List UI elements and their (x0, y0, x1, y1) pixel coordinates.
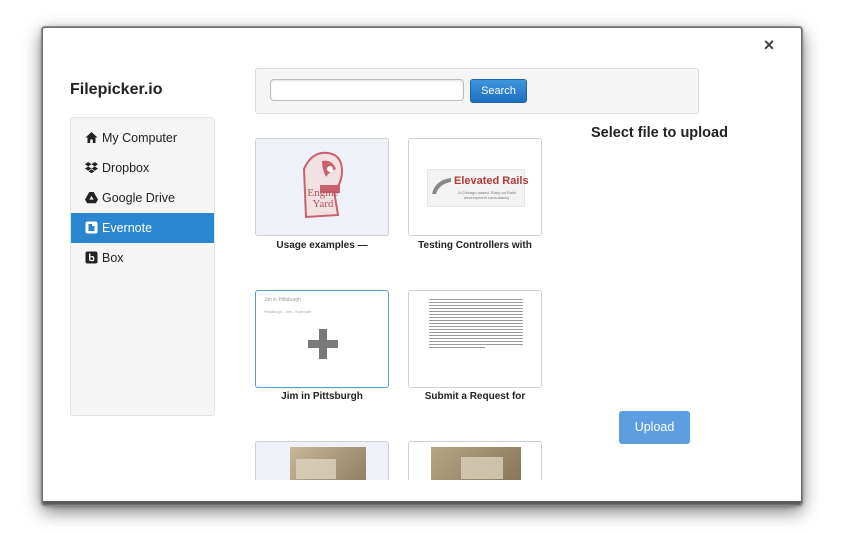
file-grid: Engine Yard Usage examples — Elevated Ra… (255, 138, 575, 480)
sidebar-item-box[interactable]: Box (71, 243, 214, 273)
file-card-jim-in-pittsburgh[interactable]: Jim in Pittsburgh Pittsburgh - Jim - Eve… (255, 290, 389, 388)
sidebar: My Computer Dropbox Google Drive Evernot… (70, 117, 215, 416)
photo-thumbnail (431, 447, 521, 480)
sidebar-item-evernote[interactable]: Evernote (71, 213, 214, 243)
thumb-text: Pittsburgh - Jim - Evernote (264, 309, 312, 314)
evernote-icon (85, 221, 98, 234)
file-card-photo-2[interactable] (408, 441, 542, 480)
sidebar-item-label: My Computer (102, 131, 178, 145)
elevated-rails-logo: Elevated Rails A Chicago-based, Ruby on … (427, 169, 529, 207)
box-icon (85, 251, 98, 264)
rails-icon (432, 178, 451, 194)
file-caption: Jim in Pittsburgh (281, 391, 363, 402)
sidebar-item-my-computer[interactable]: My Computer (71, 123, 214, 153)
thumb-text: Elevated Rails (454, 175, 529, 187)
thumb-text: Yard (312, 198, 334, 210)
file-caption: Submit a Request for (424, 391, 526, 402)
dropbox-icon (85, 162, 98, 174)
file-card-photo-1[interactable] (255, 441, 389, 480)
thumb-text: A Chicago-based, Ruby on Rails developme… (458, 190, 516, 200)
sidebar-item-dropbox[interactable]: Dropbox (71, 153, 214, 183)
sidebar-item-google-drive[interactable]: Google Drive (71, 183, 214, 213)
file-card-submit-request[interactable] (408, 290, 542, 388)
file-caption: Testing Controllers with (418, 240, 532, 251)
sidebar-item-label: Dropbox (102, 161, 150, 175)
thumb-text: Jim in Pittsburgh (264, 297, 301, 303)
file-card-testing-controllers[interactable]: Elevated Rails A Chicago-based, Ruby on … (408, 138, 542, 236)
sidebar-item-label: Google Drive (102, 191, 175, 205)
file-picker-dialog: × Filepicker.io My Computer Dropbox Goog… (42, 27, 802, 505)
google-drive-icon (85, 192, 98, 204)
plus-icon (308, 329, 338, 359)
search-input[interactable] (270, 79, 464, 101)
sidebar-item-label: Box (102, 251, 124, 265)
search-bar: Search (255, 68, 699, 114)
file-caption: Usage examples — (276, 240, 368, 251)
upload-button[interactable]: Upload (619, 411, 690, 444)
home-icon (85, 132, 98, 143)
page-title: Select file to upload (591, 125, 728, 141)
search-button[interactable]: Search (470, 79, 527, 103)
brand-title: Filepicker.io (70, 81, 163, 98)
sidebar-item-label: Evernote (102, 221, 153, 235)
close-icon[interactable]: × (760, 36, 778, 54)
file-card-usage-examples[interactable]: Engine Yard (255, 138, 389, 236)
document-preview (429, 297, 523, 350)
photo-thumbnail (290, 447, 366, 480)
